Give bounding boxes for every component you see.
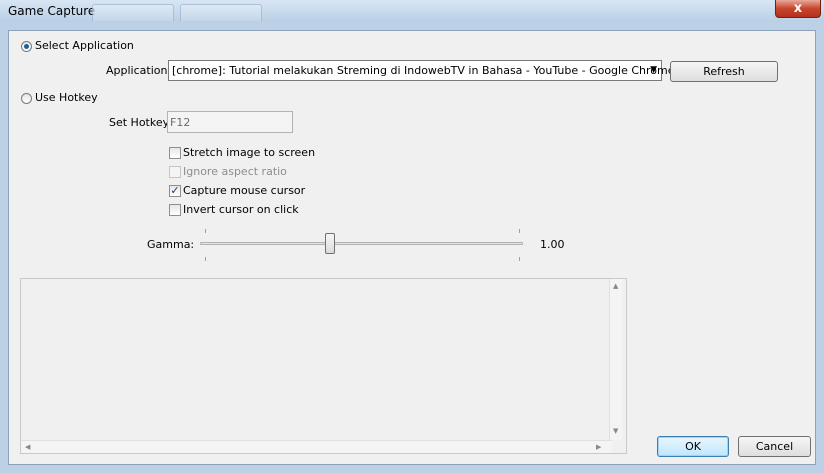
checkbox-label[interactable]: Capture mouse cursor bbox=[183, 184, 305, 197]
use-hotkey-label[interactable]: Use Hotkey bbox=[35, 91, 98, 104]
application-label: Application: bbox=[106, 64, 172, 77]
slider-tick bbox=[205, 229, 206, 233]
horizontal-scrollbar[interactable]: ◀ ▶ bbox=[21, 440, 612, 453]
scroll-up-icon[interactable]: ▲ bbox=[613, 282, 618, 290]
ok-button[interactable]: OK bbox=[657, 436, 729, 457]
use-hotkey-radio[interactable] bbox=[21, 93, 32, 104]
close-button[interactable]: x bbox=[775, 0, 821, 18]
gamma-slider-thumb[interactable] bbox=[325, 233, 335, 254]
scroll-down-icon[interactable]: ▼ bbox=[613, 427, 618, 435]
preview-area bbox=[20, 278, 627, 454]
window-title: Game Capture bbox=[8, 4, 96, 18]
checkbox[interactable]: ✓ bbox=[169, 185, 181, 197]
checkbox-label[interactable]: Stretch image to screen bbox=[183, 146, 315, 159]
gamma-slider-track[interactable] bbox=[200, 242, 523, 245]
select-application-label[interactable]: Select Application bbox=[35, 39, 134, 52]
scroll-left-icon[interactable]: ◀ bbox=[25, 443, 30, 451]
slider-tick bbox=[519, 257, 520, 261]
game-capture-window: Game Capture x Select Application Applic… bbox=[0, 0, 824, 473]
background-tab bbox=[92, 4, 174, 21]
close-icon: x bbox=[793, 1, 803, 16]
application-select[interactable]: [chrome]: Tutorial melakukan Streming di… bbox=[168, 60, 675, 81]
checkbox[interactable] bbox=[169, 204, 181, 216]
ok-button-label: OK bbox=[685, 440, 701, 453]
checkbox-label[interactable]: Invert cursor on click bbox=[183, 203, 299, 216]
refresh-button[interactable]: Refresh bbox=[670, 61, 778, 82]
select-application-radio[interactable] bbox=[21, 41, 32, 52]
vertical-scrollbar[interactable]: ▲ ▼ bbox=[609, 279, 622, 440]
application-select-value: [chrome]: Tutorial melakukan Streming di… bbox=[172, 64, 675, 77]
scroll-right-icon[interactable]: ▶ bbox=[596, 443, 601, 451]
slider-tick bbox=[519, 229, 520, 233]
gamma-label: Gamma: bbox=[147, 238, 195, 251]
cancel-button[interactable]: Cancel bbox=[738, 436, 811, 457]
title-bar[interactable]: Game Capture x bbox=[0, 0, 824, 22]
gamma-value: 1.00 bbox=[540, 238, 565, 251]
chevron-down-icon: ▼ bbox=[650, 65, 657, 75]
cancel-button-label: Cancel bbox=[755, 440, 794, 453]
dialog-client: Select Application Application: [chrome]… bbox=[8, 30, 816, 465]
checkmark-icon: ✓ bbox=[170, 184, 180, 197]
set-hotkey-label: Set Hotkey bbox=[109, 116, 170, 129]
background-tab bbox=[180, 4, 262, 21]
checkbox[interactable] bbox=[169, 147, 181, 159]
slider-tick bbox=[205, 257, 206, 261]
hotkey-input-value: F12 bbox=[170, 116, 191, 129]
hotkey-input[interactable]: F12 bbox=[167, 111, 293, 133]
refresh-button-label: Refresh bbox=[703, 65, 745, 78]
checkbox bbox=[169, 166, 181, 178]
checkbox-label: Ignore aspect ratio bbox=[183, 165, 287, 178]
